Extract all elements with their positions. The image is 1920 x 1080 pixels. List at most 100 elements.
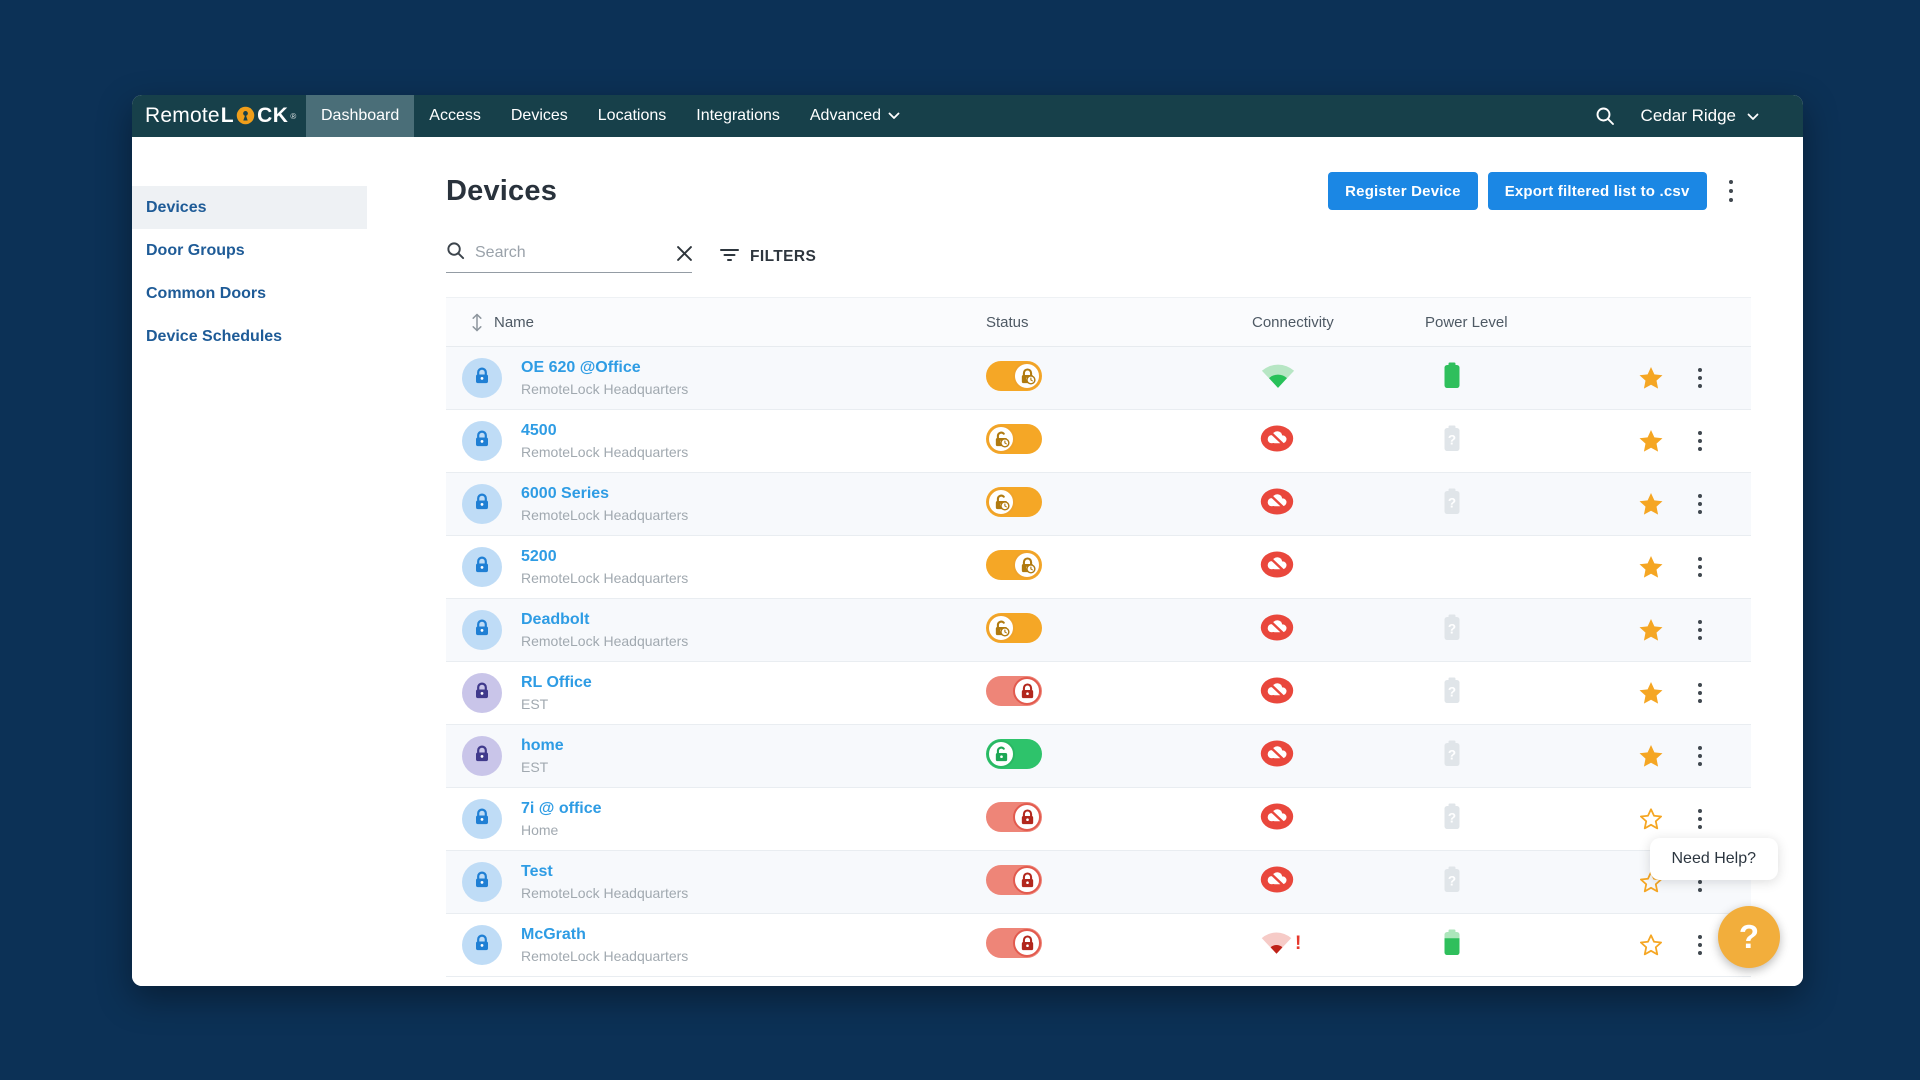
device-location: EST bbox=[521, 696, 592, 712]
star-outline-icon[interactable] bbox=[1638, 933, 1664, 958]
device-name-link[interactable]: RL Office bbox=[521, 674, 592, 692]
row-menu-kebab-icon[interactable] bbox=[1694, 487, 1706, 520]
lock-toggle-locked[interactable] bbox=[986, 928, 1042, 958]
wifi-alert-icon: ! bbox=[1260, 930, 1301, 955]
star-filled-icon[interactable] bbox=[1637, 428, 1665, 455]
lock-toggle-unlocked[interactable] bbox=[986, 613, 1042, 643]
row-menu-kebab-icon[interactable] bbox=[1694, 361, 1706, 394]
device-name-link[interactable]: 5200 bbox=[521, 548, 688, 566]
svg-text:?: ? bbox=[1448, 496, 1456, 511]
search-input[interactable] bbox=[475, 244, 667, 262]
page-menu-kebab-icon[interactable] bbox=[1725, 174, 1738, 209]
nav-tab-locations[interactable]: Locations bbox=[583, 95, 682, 137]
cloud-offline-icon bbox=[1260, 614, 1294, 641]
close-icon[interactable] bbox=[677, 246, 692, 261]
device-avatar bbox=[462, 799, 502, 839]
star-outline-icon[interactable] bbox=[1638, 807, 1664, 832]
row-menu-kebab-icon[interactable] bbox=[1694, 550, 1706, 583]
lock-icon bbox=[473, 933, 491, 957]
device-avatar bbox=[462, 421, 502, 461]
device-name-link[interactable]: McGrath bbox=[521, 926, 688, 944]
row-menu-kebab-icon[interactable] bbox=[1694, 739, 1706, 772]
page-header: Devices Register Device Export filtered … bbox=[446, 171, 1751, 211]
sidebar-item-common-doors[interactable]: Common Doors bbox=[132, 272, 367, 315]
lock-icon bbox=[473, 681, 491, 705]
table-row: RL Office EST ? bbox=[446, 662, 1751, 725]
nav-tab-dashboard[interactable]: Dashboard bbox=[306, 95, 414, 137]
table-row: 7i @ office Home ? bbox=[446, 788, 1751, 851]
cloud-offline-icon bbox=[1260, 551, 1294, 578]
register-device-button[interactable]: Register Device bbox=[1328, 172, 1478, 210]
sidebar-item-door-groups[interactable]: Door Groups bbox=[132, 229, 367, 272]
page-title: Devices bbox=[446, 175, 557, 208]
lock-toggle-locked[interactable] bbox=[986, 802, 1042, 832]
device-location: RemoteLock Headquarters bbox=[521, 633, 688, 649]
device-name-link[interactable]: Test bbox=[521, 863, 688, 881]
table-row: Deadbolt RemoteLock Headquarters ? bbox=[446, 599, 1751, 662]
row-menu-kebab-icon[interactable] bbox=[1694, 676, 1706, 709]
row-menu-kebab-icon[interactable] bbox=[1694, 424, 1706, 457]
battery-unknown-icon: ? bbox=[1443, 488, 1461, 515]
table-row: Test RemoteLock Headquarters ? bbox=[446, 851, 1751, 914]
lock-toggle-locked[interactable] bbox=[986, 550, 1042, 580]
row-menu-kebab-icon[interactable] bbox=[1694, 613, 1706, 646]
export-csv-button[interactable]: Export filtered list to .csv bbox=[1488, 172, 1707, 210]
nav-right: Cedar Ridge bbox=[1595, 95, 1803, 137]
device-name-link[interactable]: 6000 Series bbox=[521, 485, 688, 503]
nav-tab-advanced[interactable]: Advanced bbox=[795, 95, 915, 137]
star-filled-icon[interactable] bbox=[1637, 617, 1665, 644]
table-row: 5200 RemoteLock Headquarters bbox=[446, 536, 1751, 599]
star-filled-icon[interactable] bbox=[1637, 365, 1665, 392]
row-menu-kebab-icon[interactable] bbox=[1694, 802, 1706, 835]
device-name-link[interactable]: 4500 bbox=[521, 422, 688, 440]
device-avatar bbox=[462, 673, 502, 713]
cloud-offline-icon bbox=[1260, 866, 1294, 893]
sort-icon[interactable] bbox=[470, 313, 484, 332]
device-name-link[interactable]: home bbox=[521, 737, 564, 755]
lock-toggle-locked[interactable] bbox=[986, 865, 1042, 895]
lock-toggle-locked[interactable] bbox=[986, 676, 1042, 706]
table-row: OE 620 @Office RemoteLock Headquarters bbox=[446, 347, 1751, 410]
account-name: Cedar Ridge bbox=[1641, 106, 1736, 126]
lock-toggle-unlocked[interactable] bbox=[986, 487, 1042, 517]
lock-icon bbox=[473, 555, 491, 579]
search-icon bbox=[446, 241, 465, 265]
chevron-down-icon bbox=[888, 107, 900, 125]
account-switcher[interactable]: Cedar Ridge bbox=[1641, 106, 1759, 126]
device-name-link[interactable]: Deadbolt bbox=[521, 611, 688, 629]
logo-text: Remote bbox=[145, 104, 220, 128]
sidebar-item-device-schedules[interactable]: Device Schedules bbox=[132, 315, 367, 358]
svg-text:?: ? bbox=[1448, 685, 1456, 700]
device-name-link[interactable]: OE 620 @Office bbox=[521, 359, 688, 377]
column-header-name: Name bbox=[494, 314, 534, 331]
lock-icon bbox=[473, 744, 491, 768]
lock-toggle-unlocked[interactable] bbox=[986, 424, 1042, 454]
cloud-offline-icon bbox=[1260, 740, 1294, 767]
lock-toggle-locked[interactable] bbox=[986, 361, 1042, 391]
device-name-link[interactable]: 7i @ office bbox=[521, 800, 602, 818]
search-icon[interactable] bbox=[1595, 106, 1615, 126]
filters-button[interactable]: FILTERS bbox=[720, 248, 816, 267]
lock-toggle-unlocked[interactable] bbox=[986, 739, 1042, 769]
star-filled-icon[interactable] bbox=[1637, 491, 1665, 518]
star-filled-icon[interactable] bbox=[1637, 554, 1665, 581]
lock-icon bbox=[473, 492, 491, 516]
svg-text:?: ? bbox=[1448, 433, 1456, 448]
brand-lock-icon bbox=[235, 106, 256, 127]
row-menu-kebab-icon[interactable] bbox=[1694, 928, 1706, 961]
sidebar-item-devices[interactable]: Devices bbox=[132, 186, 367, 229]
nav-tab-devices[interactable]: Devices bbox=[496, 95, 583, 137]
nav-tab-integrations[interactable]: Integrations bbox=[681, 95, 795, 137]
device-location: RemoteLock Headquarters bbox=[521, 381, 688, 397]
star-filled-icon[interactable] bbox=[1637, 743, 1665, 770]
svg-text:?: ? bbox=[1448, 748, 1456, 763]
wifi-strong-icon bbox=[1260, 362, 1296, 389]
cloud-offline-icon bbox=[1260, 488, 1294, 515]
star-filled-icon[interactable] bbox=[1637, 680, 1665, 707]
column-header-status: Status bbox=[986, 314, 1252, 331]
column-header-connectivity: Connectivity bbox=[1252, 314, 1425, 331]
nav-tab-access[interactable]: Access bbox=[414, 95, 496, 137]
battery-unknown-icon: ? bbox=[1443, 803, 1461, 830]
help-button[interactable]: ? bbox=[1718, 906, 1780, 968]
remotelock-logo[interactable]: RemoteLCK® bbox=[132, 95, 306, 137]
